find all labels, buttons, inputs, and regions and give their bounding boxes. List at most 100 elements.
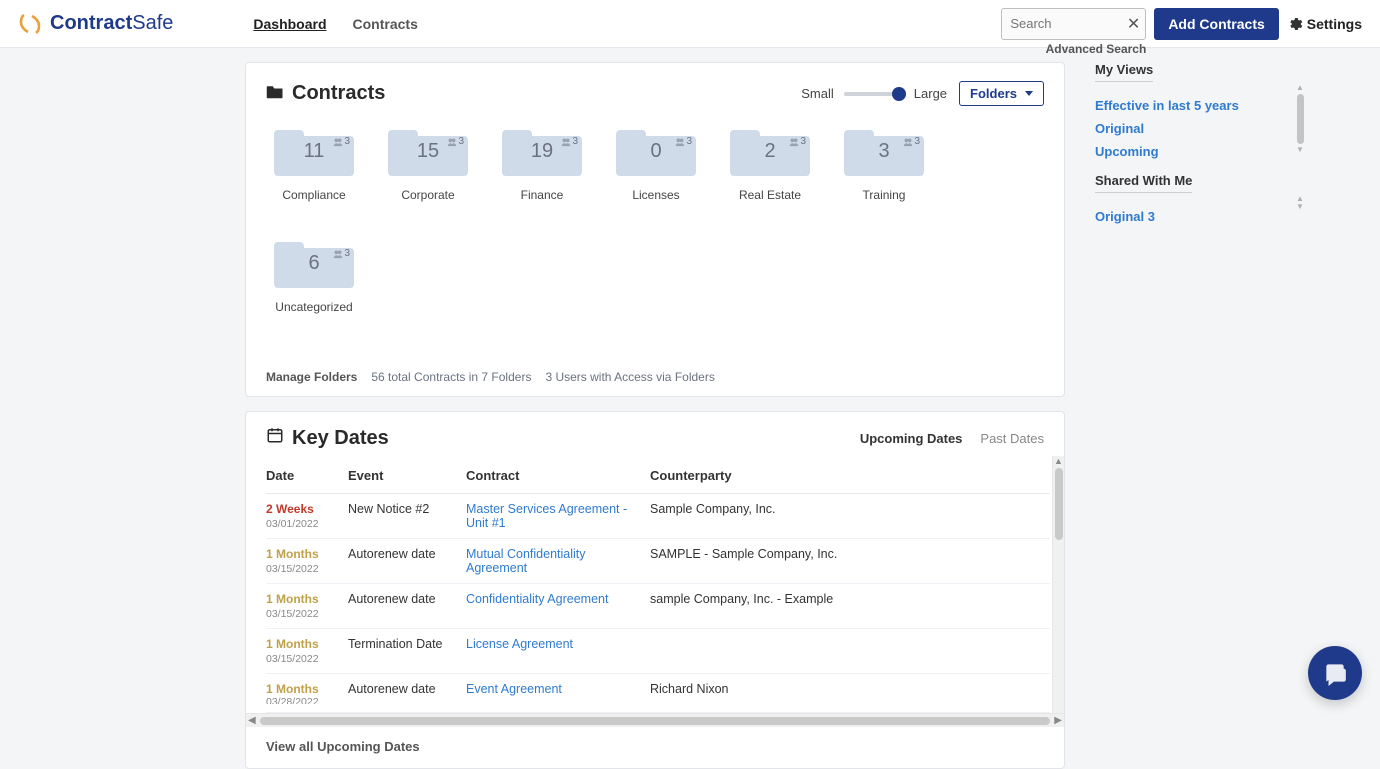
date-relative: 1 Months [266, 547, 342, 561]
event-cell: Autorenew date [348, 674, 466, 713]
shared-view-link[interactable]: Original 3 [1095, 209, 1155, 224]
app-header: ContractSafe Dashboard Contracts ✕ Advan… [0, 0, 1380, 48]
folder-count: 3 [878, 140, 889, 163]
shared-with-me-section: Shared With Me Original 3 ▲ ▼ [1095, 173, 1305, 224]
folder-label: Real Estate [722, 188, 818, 202]
date-absolute: 03/15/2022 [266, 563, 319, 575]
contract-link[interactable]: Confidentiality Agreement [466, 592, 608, 606]
table-row: 1 Months 03/15/2022 Termination DateLicens… [266, 629, 1050, 674]
size-small-label: Small [801, 86, 834, 101]
tile-size-slider[interactable] [844, 92, 904, 96]
folder-users-badge: 3 [447, 136, 464, 147]
scroll-left-icon[interactable]: ◀ [248, 715, 256, 726]
folder-icon: 3 19 [502, 120, 582, 180]
folder-tile[interactable]: 311Compliance [266, 120, 362, 202]
list-item: Original [1095, 121, 1305, 136]
manage-folders-link[interactable]: Manage Folders [266, 370, 357, 384]
header-counterparty: Counterparty [650, 456, 1050, 494]
table-row: 1 Months03/15/2022Autorenew dateMutual C… [266, 539, 1050, 584]
tab-past-dates[interactable]: Past Dates [980, 431, 1044, 446]
header-contract: Contract [466, 456, 650, 494]
folder-tile[interactable]: 36Uncategorized [266, 232, 362, 314]
add-contracts-button[interactable]: Add Contracts [1154, 8, 1278, 40]
key-dates-vscroll[interactable]: ▲ [1052, 456, 1064, 713]
table-row: 1 Months03/28/2022 Autorenew dateEvent Ag… [266, 674, 1050, 713]
contract-link[interactable]: License Agreement [466, 637, 573, 651]
key-dates-table: Date Event Contract Counterparty 2 Weeks… [266, 456, 1050, 713]
folder-count: 19 [531, 140, 553, 163]
scroll-up-icon[interactable]: ▲ [1053, 456, 1064, 466]
contract-link[interactable]: Mutual Confidentiality Agreement [466, 547, 586, 575]
saved-view-link[interactable]: Effective in last 5 years [1095, 98, 1239, 113]
contracts-summary-users: 3 Users with Access via Folders [545, 370, 714, 384]
folder-users-badge: 3 [789, 136, 806, 147]
contracts-title: Contracts [292, 82, 385, 105]
folder-users-badge: 3 [333, 248, 350, 259]
shared-scrollbar[interactable]: ▲ ▼ [1295, 195, 1305, 213]
search-wrap: ✕ Advanced Search [1001, 8, 1146, 40]
date-absolute: 03/15/2022 [266, 608, 319, 620]
folder-users-badge: 3 [333, 136, 350, 147]
key-dates-hscroll[interactable]: ◀ ▶ [246, 713, 1064, 727]
date-relative: 2 Weeks [266, 502, 342, 516]
contract-link[interactable]: Event Agreement [466, 682, 562, 696]
counterparty-cell: Richard Nixon [650, 674, 1050, 713]
scroll-down-icon[interactable]: ▼ [1296, 146, 1304, 154]
list-item: Original 3 [1095, 209, 1305, 224]
date-absolute: 03/28/2022 [266, 696, 342, 704]
tab-upcoming-dates[interactable]: Upcoming Dates [860, 431, 963, 446]
saved-view-link[interactable]: Original [1095, 121, 1144, 136]
saved-view-link[interactable]: Upcoming [1095, 144, 1159, 159]
scroll-right-icon[interactable]: ▶ [1054, 715, 1062, 726]
folder-tile[interactable]: 32 Real Estate [722, 120, 818, 202]
chat-fab[interactable] [1308, 646, 1362, 700]
folders-dropdown[interactable]: Folders [959, 81, 1044, 106]
folder-tile[interactable]: 315Corporate [380, 120, 476, 202]
chat-icon [1322, 660, 1348, 686]
folder-icon: 30 [616, 120, 696, 180]
nav-dashboard[interactable]: Dashboard [253, 16, 326, 32]
counterparty-cell: sample Company, Inc. - Example [650, 584, 1050, 629]
tile-size-control: Small Large [801, 86, 947, 101]
calendar-icon [266, 426, 284, 450]
folder-tile[interactable]: 33Training [836, 120, 932, 202]
advanced-search-link[interactable]: Advanced Search [1046, 42, 1147, 56]
view-all-upcoming-link[interactable]: View all Upcoming Dates [246, 727, 1064, 768]
folder-icon: 32 [730, 120, 810, 180]
contract-link[interactable]: Master Services Agreement - Unit #1 [466, 502, 627, 530]
list-item: Effective in last 5 years [1095, 98, 1305, 113]
folder-label: Compliance [266, 188, 362, 202]
key-dates-title: Key Dates [292, 427, 389, 450]
folder-icon: 33 [844, 120, 924, 180]
date-absolute: 03/15/2022 [266, 653, 319, 665]
event-cell: Termination Date [348, 629, 466, 674]
contracts-summary-total: 56 total Contracts in 7 Folders [371, 370, 531, 384]
folder-tile[interactable]: 30 Licenses [608, 120, 704, 202]
scroll-up-icon[interactable]: ▲ [1296, 84, 1304, 92]
date-relative: 1 Months [266, 682, 342, 696]
contracts-panel: Contracts Small Large Folders 311Complia… [245, 62, 1065, 397]
folder-users-badge: 3 [561, 136, 578, 147]
folder-label: Licenses [608, 188, 704, 202]
scroll-down-icon[interactable]: ▼ [1296, 203, 1304, 211]
primary-nav: Dashboard Contracts [253, 16, 417, 32]
date-absolute: 03/01/2022 [266, 518, 319, 530]
settings-button[interactable]: Settings [1287, 16, 1362, 32]
my-views-scrollbar[interactable]: ▲ ▼ [1295, 84, 1305, 154]
counterparty-cell: Sample Company, Inc. [650, 494, 1050, 539]
brand-logo[interactable]: ContractSafe [18, 12, 173, 36]
date-relative: 1 Months [266, 637, 342, 651]
header-event: Event [348, 456, 466, 494]
nav-contracts[interactable]: Contracts [353, 16, 418, 32]
shared-with-me-title: Shared With Me [1095, 173, 1192, 193]
folder-icon: 36 [274, 232, 354, 292]
folder-users-badge: 3 [903, 136, 920, 147]
folder-label: Training [836, 188, 932, 202]
search-input[interactable] [1001, 8, 1146, 40]
counterparty-cell: SAMPLE - Sample Company, Inc. [650, 539, 1050, 584]
date-relative: 1 Months [266, 592, 342, 606]
search-clear-icon[interactable]: ✕ [1127, 14, 1140, 34]
folder-tile[interactable]: 319Finance [494, 120, 590, 202]
event-cell: Autorenew date [348, 584, 466, 629]
folders-grid: 311Compliance315Corporate319Finance30Lic… [266, 120, 1044, 314]
